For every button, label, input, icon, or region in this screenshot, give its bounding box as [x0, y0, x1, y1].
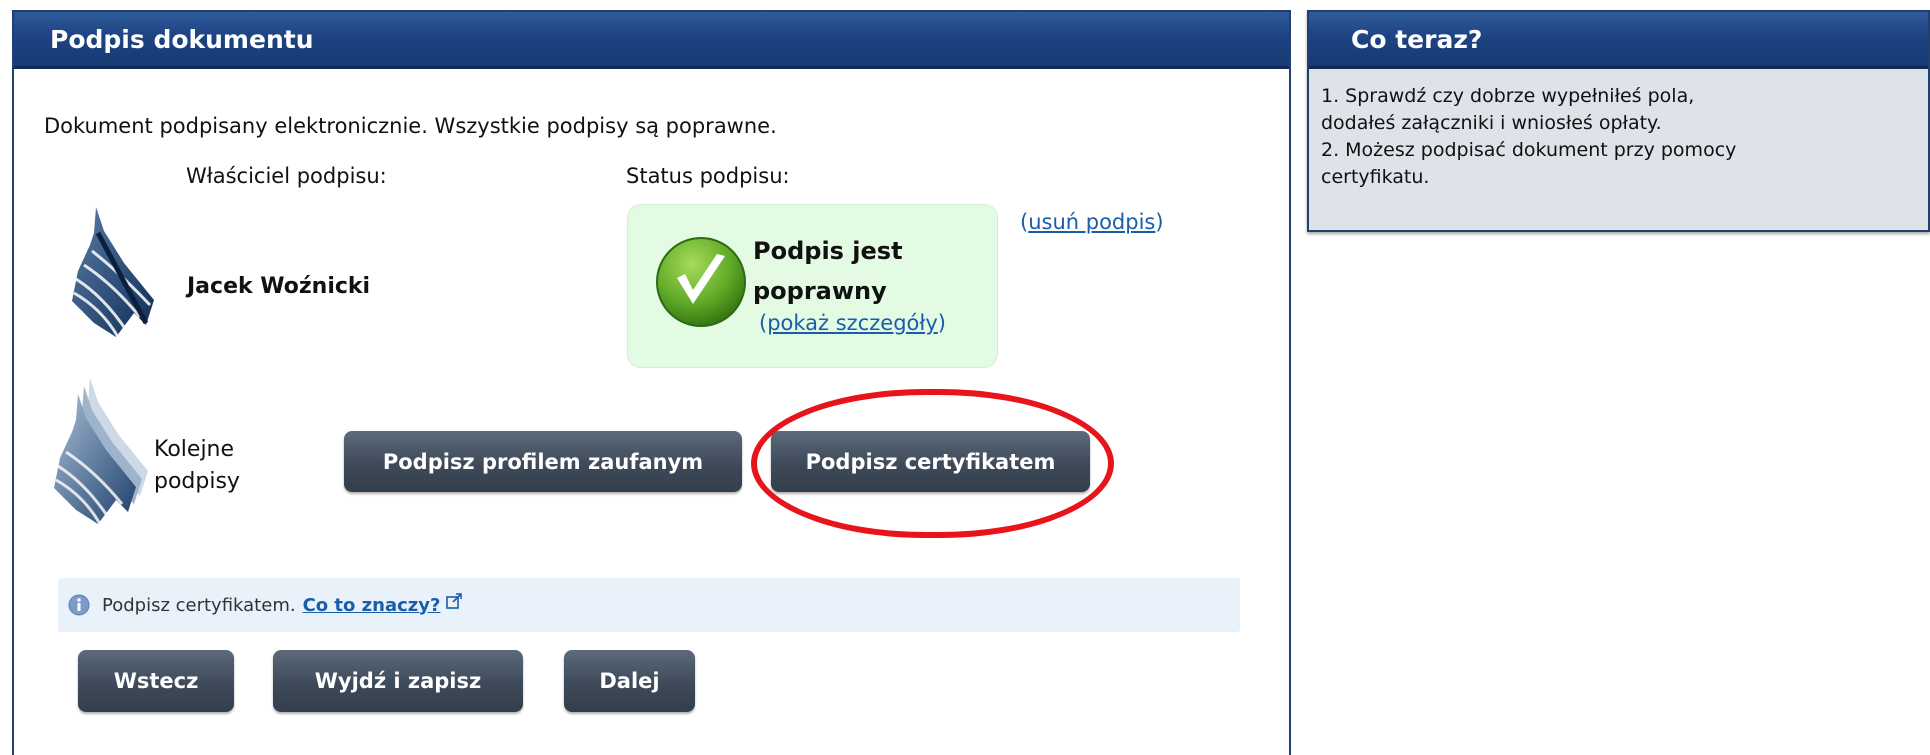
panel-title: Podpis dokumentu [50, 24, 314, 54]
sign-trusted-profile-button[interactable]: Podpisz profilem zaufanym [344, 431, 742, 492]
what-now-line: dodałeś załączniki i wniosłeś opłaty. [1321, 112, 1662, 134]
checkmark-icon [656, 237, 746, 327]
what-now-title: Co teraz? [1351, 24, 1483, 54]
what-now-header: Co teraz? [1309, 12, 1928, 69]
status-text: Podpis jest poprawny [753, 237, 903, 305]
highlight-annotation [751, 389, 1114, 538]
what-does-it-mean-link[interactable]: Co to znaczy? [303, 595, 441, 616]
panel-header: Podpis dokumentu [14, 12, 1289, 69]
info-text: Podpisz certyfikatem. [102, 594, 296, 616]
what-now-body: 1. Sprawdź czy dobrze wypełniłeś pola, d… [1309, 69, 1928, 205]
next-signatures-label: Kolejne podpisy [154, 434, 244, 498]
remove-wrapper: (usuń podpis) [1020, 210, 1164, 234]
back-button[interactable]: Wstecz [78, 650, 234, 712]
external-link-icon[interactable] [446, 593, 463, 609]
details-open-paren: ( [759, 311, 768, 335]
remove-close-paren: ) [1155, 210, 1164, 234]
exit-and-save-button[interactable]: Wyjdź i zapisz [273, 650, 523, 712]
feather-logo-icon [72, 207, 154, 338]
what-now-panel: Co teraz? 1. Sprawdź czy dobrze wypełnił… [1307, 10, 1930, 232]
next-signatures-text: Kolejne podpisy [154, 437, 240, 494]
stacked-feather-logo-icon [54, 378, 148, 525]
status-label: Status podpisu: [626, 164, 790, 188]
what-now-line: certyfikatu. [1321, 166, 1430, 188]
owner-label: Właściciel podpisu: [186, 164, 387, 188]
owner-name: Jacek Woźnicki [187, 274, 371, 299]
details-wrapper: (pokaż szczegóły) [759, 311, 946, 335]
remove-signature-link[interactable]: usuń podpis [1028, 210, 1155, 234]
what-now-line: 1. Sprawdź czy dobrze wypełniłeś pola, [1321, 85, 1695, 107]
status-box: Podpis jest poprawny (pokaż szczegóły) [627, 204, 998, 368]
next-button[interactable]: Dalej [564, 650, 695, 712]
intro-text: Dokument podpisany elektronicznie. Wszys… [44, 114, 777, 138]
what-now-line: 2. Możesz podpisać dokument przy pomocy [1321, 139, 1737, 161]
remove-open-paren: ( [1020, 210, 1029, 234]
info-bar: Podpisz certyfikatem. Co to znaczy? [58, 578, 1240, 632]
info-icon [68, 594, 90, 616]
details-close-paren: ) [937, 311, 946, 335]
show-details-link[interactable]: pokaż szczegóły [767, 311, 938, 335]
